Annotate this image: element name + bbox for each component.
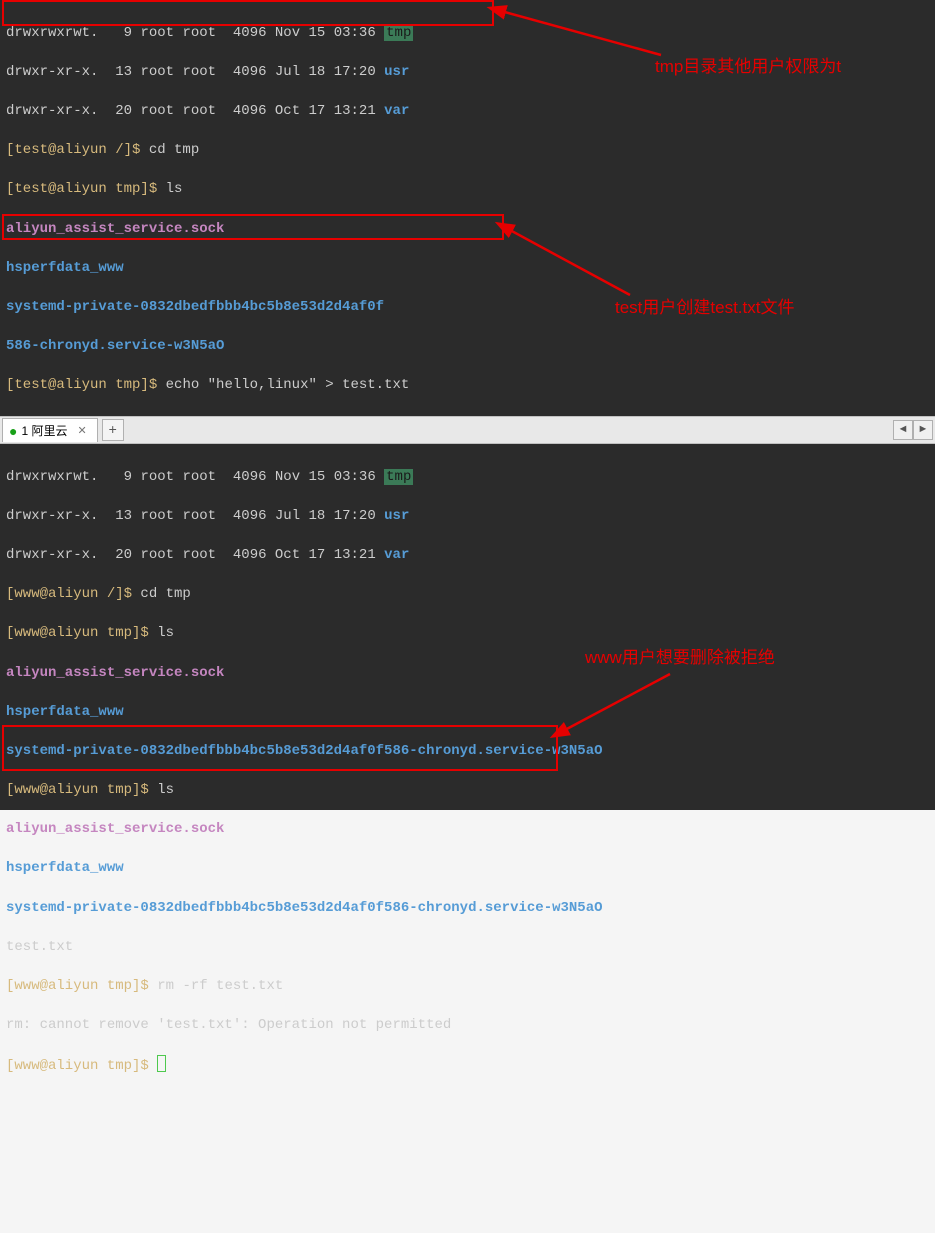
file-systemd: systemd-private-0832dbedfbbb4bc5b8e53d2d… [6,899,929,919]
ls-row: drwxr-xr-x. 13 root root 4096 Jul 18 17:… [6,507,929,527]
prompt-line: [www@aliyun tmp]$ rm -rf test.txt [6,977,929,997]
annotation-text: tmp目录其他用户权限为t [655,55,841,79]
file-sock: aliyun_assist_service.sock [6,220,929,240]
terminal-top[interactable]: drwxrwxrwt. 9 root root 4096 Nov 15 03:3… [0,0,935,416]
tab-session[interactable]: ● 1 阿里云 ✕ [2,418,98,442]
file-sock: aliyun_assist_service.sock [6,820,929,840]
file-hsperf: hsperfdata_www [6,259,929,279]
prompt-line: [test@aliyun tmp]$ ls [6,180,929,200]
error-line: rm: cannot remove 'test.txt': Operation … [6,1016,929,1036]
cursor-icon [157,1055,166,1072]
tab-label: 1 阿里云 [21,422,67,439]
prompt-line: [www@aliyun tmp]$ [6,1055,929,1077]
file-test: test.txt [6,938,929,958]
scroll-left-icon[interactable]: ◄ [893,420,913,440]
prompt-line: [www@aliyun tmp]$ ls [6,781,929,801]
terminal-bottom[interactable]: drwxrwxrwt. 9 root root 4096 Nov 15 03:3… [0,444,935,810]
ls-row: drwxr-xr-x. 20 root root 4096 Oct 17 13:… [6,546,929,566]
annotation-text: www用户想要删除被拒绝 [585,646,775,670]
close-icon[interactable]: ✕ [77,424,86,437]
prompt-line: [test@aliyun /]$ cd tmp [6,141,929,161]
file-systemd: 586-chronyd.service-w3N5aO [6,337,929,357]
new-tab-button[interactable]: + [102,419,124,441]
file-systemd: systemd-private-0832dbedfbbb4bc5b8e53d2d… [6,742,929,762]
scroll-right-icon[interactable]: ► [913,420,933,440]
highlight-box-tmp [2,0,494,26]
prompt-line: [www@aliyun tmp]$ ls [6,624,929,644]
ls-row: drwxr-xr-x. 20 root root 4096 Oct 17 13:… [6,102,929,122]
ls-row: drwxrwxrwt. 9 root root 4096 Nov 15 03:3… [6,24,929,44]
prompt-line: [test@aliyun tmp]$ echo "hello,linux" > … [6,376,929,396]
file-hsperf: hsperfdata_www [6,703,929,723]
tab-bar: ● 1 阿里云 ✕ + ◄ ► [0,416,935,444]
ls-row: drwxrwxrwt. 9 root root 4096 Nov 15 03:3… [6,468,929,488]
prompt-line: [www@aliyun /]$ cd tmp [6,585,929,605]
annotation-text: test用户创建test.txt文件 [615,296,794,320]
status-dot-icon: ● [9,424,17,438]
file-sock: aliyun_assist_service.sock [6,664,929,684]
file-hsperf: hsperfdata_www [6,859,929,879]
